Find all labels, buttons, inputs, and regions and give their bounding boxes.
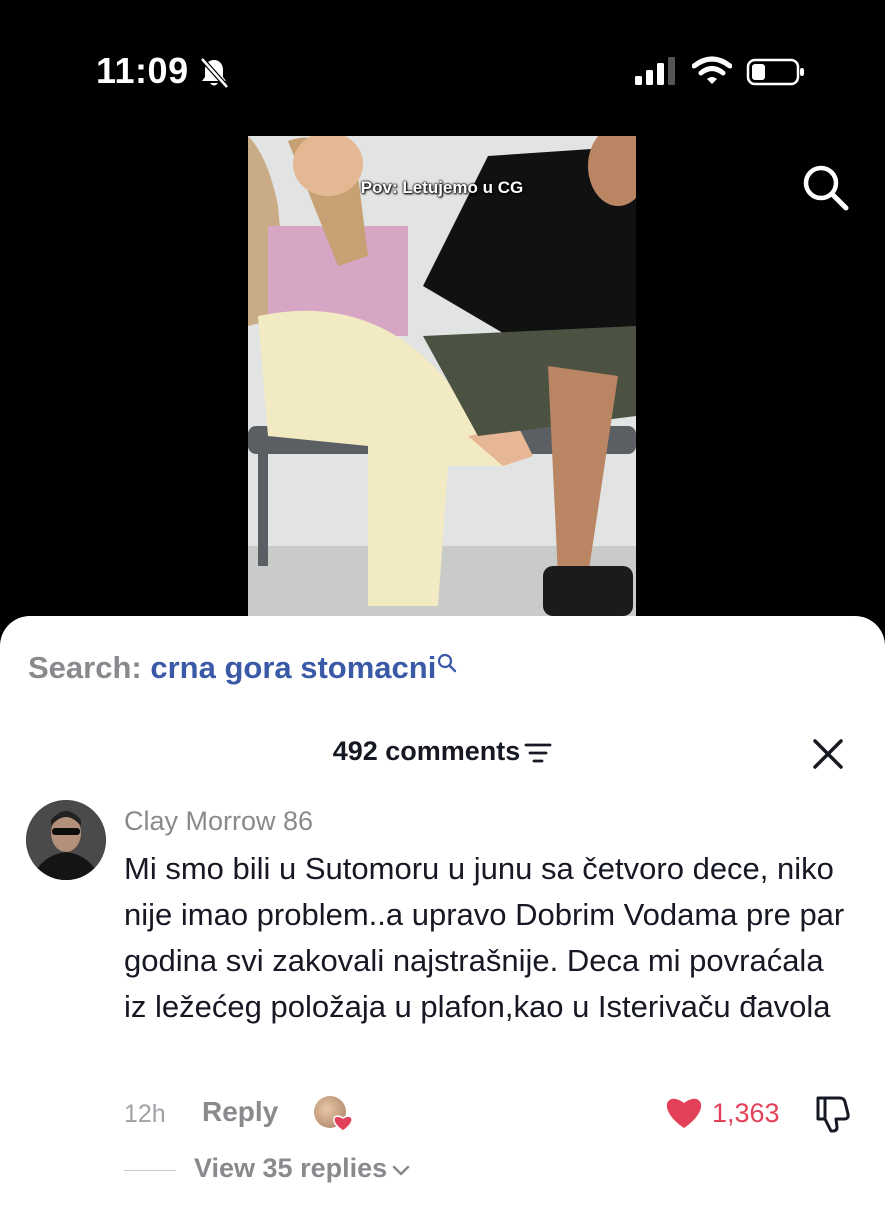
search-mini-icon [438, 653, 457, 673]
reply-button[interactable]: Reply [202, 1096, 278, 1128]
comment-text: Mi smo bili u Sutomoru u junu sa četvoro… [124, 851, 845, 1024]
comments-sheet: Search: crna gora stomacni 492 comments … [0, 616, 885, 1206]
comment-timestamp: 12h [124, 1100, 166, 1128]
dislike-icon[interactable] [812, 1094, 852, 1134]
heart-badge-icon [333, 1115, 353, 1132]
comments-count: 492 comments [332, 736, 521, 766]
bell-slash-icon [200, 57, 229, 89]
filter-icon[interactable] [524, 742, 552, 764]
view-replies-button[interactable]: View 35 replies [194, 1153, 411, 1184]
search-suggestion[interactable]: Search: crna gora stomacni [28, 650, 458, 686]
comments-header: 492 comments [0, 736, 885, 767]
comment-username[interactable]: Clay Morrow 86 [124, 806, 313, 837]
search-icon[interactable] [800, 162, 850, 212]
signal-icon [635, 57, 675, 85]
status-time: 11:09 [96, 50, 189, 91]
chevron-down-icon [392, 1165, 410, 1176]
avatar[interactable] [26, 800, 106, 880]
wifi-icon [692, 56, 732, 84]
status-bar: 11:09 [0, 0, 885, 120]
video-frame [248, 136, 636, 616]
like-count: 1,363 [712, 1098, 780, 1128]
heart-icon[interactable] [664, 1094, 704, 1130]
search-term[interactable]: crna gora stomacni [150, 650, 436, 685]
battery-icon [746, 58, 804, 86]
video-caption: Pov: Letujemo u CG [360, 178, 524, 197]
replies-divider [124, 1170, 176, 1171]
search-prefix: Search: [28, 650, 142, 685]
close-icon[interactable] [810, 736, 846, 772]
view-replies-label: View 35 replies [194, 1153, 388, 1183]
video-player[interactable]: Pov: Letujemo u CG [248, 136, 636, 616]
avatar-image [26, 800, 106, 880]
